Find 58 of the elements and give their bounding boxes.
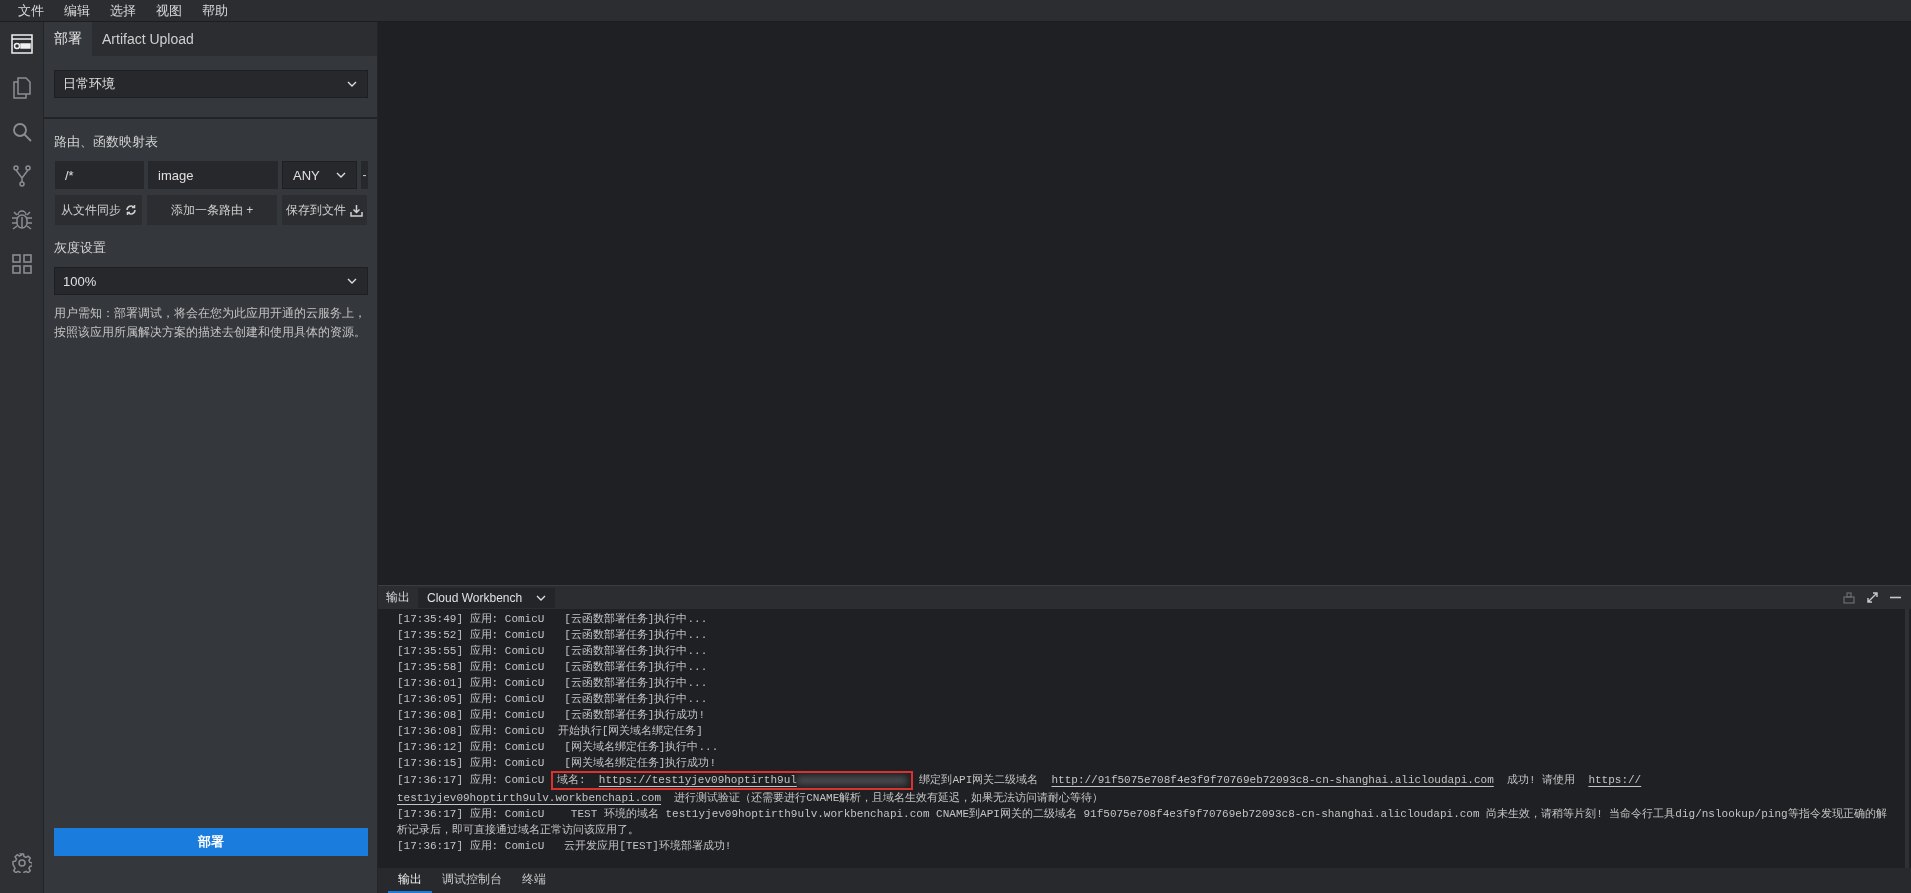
- log-link[interactable]: https://test1yjev09hoptirth9ul: [598, 773, 797, 788]
- panel-tab[interactable]: 输出: [388, 868, 432, 893]
- log-line: [17:35:55] 应用: ComicU [云函数部署任务]执行中...: [397, 644, 709, 659]
- section-title: 灰度设置: [54, 239, 107, 257]
- chevron-down-icon: [536, 594, 547, 601]
- rollout-select[interactable]: 100%: [54, 267, 368, 295]
- function-field[interactable]: image: [148, 161, 278, 189]
- search-icon[interactable]: [11, 122, 32, 142]
- log-line: [17:36:05] 应用: ComicU [云函数部署任务]执行中...: [397, 692, 709, 707]
- window-icon[interactable]: [10, 34, 33, 54]
- menu-item[interactable]: 视图: [146, 1, 192, 20]
- log-link[interactable]: https://: [1588, 772, 1642, 788]
- log-line: [17:36:15] 应用: ComicU [网关域名绑定任务]执行成功!: [397, 756, 718, 771]
- sync-button[interactable]: 从文件同步: [55, 195, 142, 225]
- branch-icon[interactable]: [12, 165, 31, 187]
- path-field[interactable]: /*: [55, 161, 144, 189]
- menu-item[interactable]: 文件: [8, 1, 54, 20]
- section-title: 路由、函数映射表: [54, 133, 159, 151]
- panel-title: 输出: [386, 589, 410, 606]
- panel-tab[interactable]: 终端: [512, 868, 556, 893]
- menu-item[interactable]: 编辑: [54, 1, 100, 20]
- refresh-icon: [124, 204, 137, 216]
- add-route-button[interactable]: 添加一条路由 +: [147, 195, 277, 225]
- save-button[interactable]: 保存到文件: [282, 195, 367, 225]
- log-line: [17:36:17] 应用: ComicU TEST 环境的域名 test1yjev09hoptirth9ulv.workbenchapi.com CNAME到API网关的二级域名 91f5075e708f4e3f9f70769eb72093c8-cn-shanghai.alicloudapi.com 尚未生效，请稍等片刻! 当命令行工具dig/nslookup/ping等指令发现正确的解析记录后，即可直接通过域名正常访问该应用了。: [397, 807, 1888, 838]
- channel-select[interactable]: Cloud Workbench: [418, 587, 556, 608]
- log-line: [17:36:17] 应用: ComicU 云开发应用[TEST]环境部署成功!: [397, 839, 733, 854]
- log-line: [17:36:17] 应用: ComicU 域名: https://test1yjev09hoptirth9ul 绑定到API网关二级域名 http://91f5075e708f4e3f9f70769eb72093c8-cn-shanghai.alicloudapi.com 成功! 请使用 https:// test1yjev09hoptirth9ulv.workbenchapi.com 进行测试验证（还需要进行CNAME解析，且域名生效有延迟，如果无法访问请耐心等待）: [397, 771, 1891, 806]
- log-line: [17:36:08] 应用: ComicU 开始执行[网关域名绑定任务]: [397, 724, 704, 739]
- environment-select[interactable]: 日常环境: [54, 70, 368, 98]
- clear-icon[interactable]: [1843, 591, 1855, 604]
- deploy-button[interactable]: 部署: [54, 828, 368, 856]
- panel-tab[interactable]: 调试控制台: [432, 868, 512, 893]
- log-line: [17:35:52] 应用: ComicU [云函数部署任务]执行中...: [397, 628, 709, 643]
- bug-icon[interactable]: [10, 209, 33, 231]
- menu-item[interactable]: 选择: [100, 1, 146, 20]
- highlight-box: 域名: https://test1yjev09hoptirth9ul: [551, 771, 913, 790]
- log-line: [17:35:58] 应用: ComicU [云函数部署任务]执行中...: [397, 660, 709, 675]
- download-icon: [350, 203, 363, 217]
- log-line: [17:35:49] 应用: ComicU [云函数部署任务]执行中...: [397, 612, 709, 627]
- maximize-icon[interactable]: [1867, 592, 1878, 603]
- files-icon[interactable]: [12, 77, 31, 99]
- chevron-down-icon: [347, 278, 357, 284]
- notice-text: 用户需知：部署调试，将会在您为此应用开通的云服务上，按照该应用所属解决方案的描述去创建和使用具体的资源。: [54, 305, 367, 341]
- grid-icon[interactable]: [11, 254, 32, 274]
- minimize-icon[interactable]: [1890, 596, 1901, 599]
- menu-item[interactable]: 帮助: [192, 1, 238, 20]
- settings-icon[interactable]: [11, 853, 32, 873]
- tab[interactable]: 部署: [44, 22, 92, 56]
- log-link[interactable]: http://91f5075e708f4e3f9f70769eb72093c8-cn-shanghai.alicloudapi.com: [1051, 772, 1494, 788]
- log-line: [17:36:12] 应用: ComicU [网关域名绑定任务]执行中...: [397, 740, 720, 755]
- log-link[interactable]: test1yjev09hoptirth9ulv.workbenchapi.com: [397, 790, 662, 806]
- remove-route-button[interactable]: -: [361, 161, 368, 189]
- log-line: [17:36:08] 应用: ComicU [云函数部署任务]执行成功!: [397, 708, 707, 723]
- chevron-down-icon: [347, 81, 357, 87]
- log-line: [17:36:01] 应用: ComicU [云函数部署任务]执行中...: [397, 676, 709, 691]
- method-select[interactable]: ANY: [282, 161, 357, 189]
- chevron-down-icon: [336, 172, 346, 178]
